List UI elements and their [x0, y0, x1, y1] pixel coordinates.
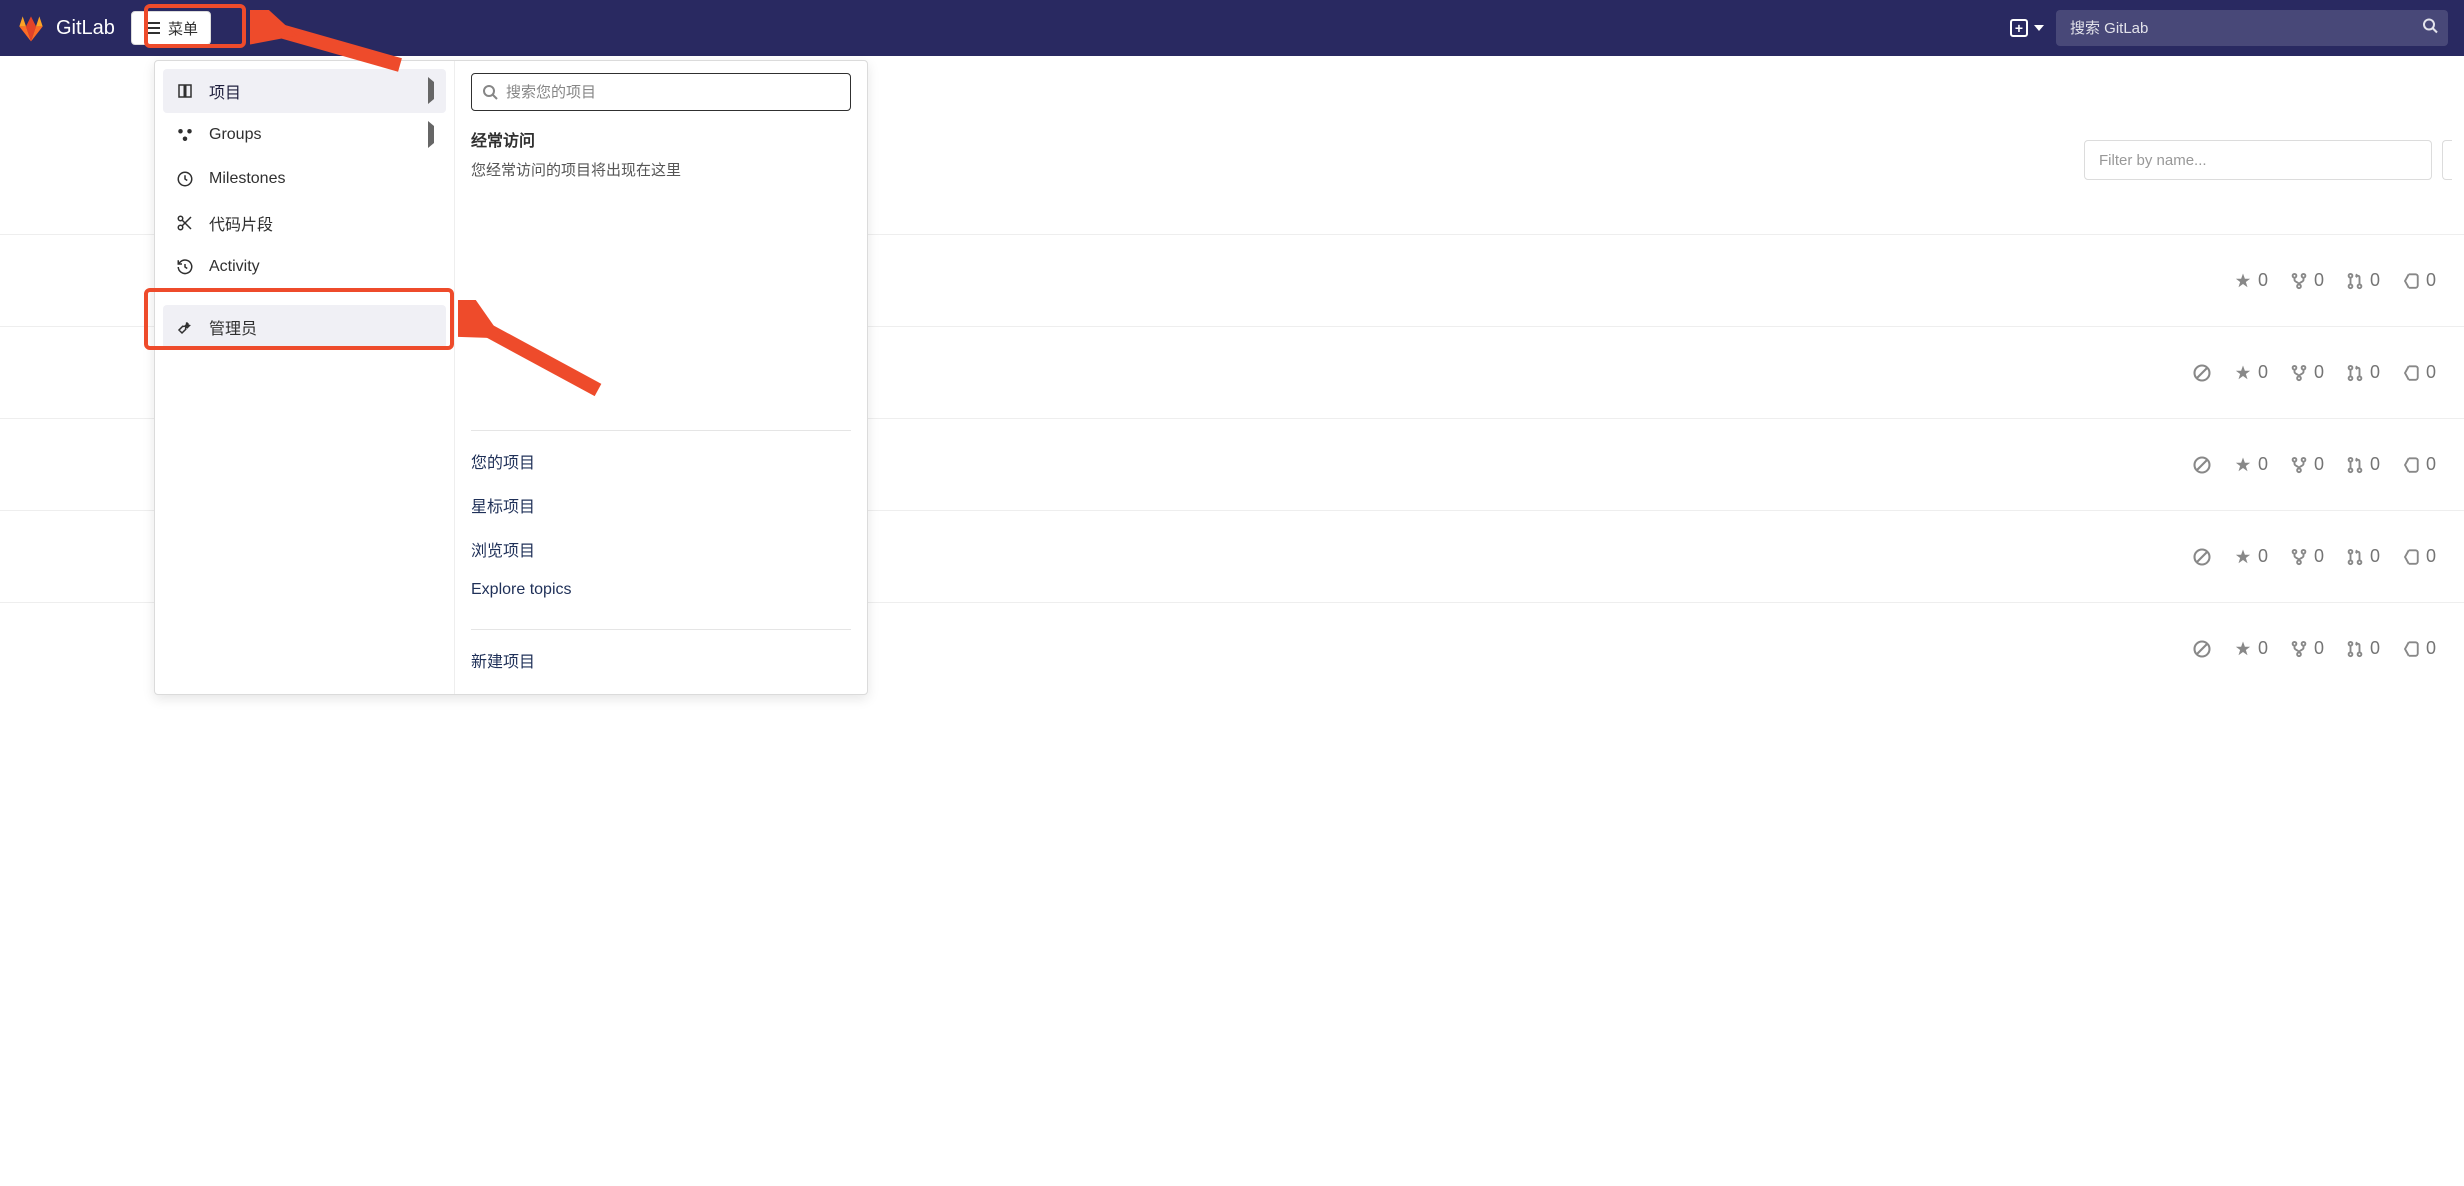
- stat-merge-requests[interactable]: 0: [2346, 638, 2380, 659]
- menu-item-4[interactable]: Activity: [163, 245, 446, 289]
- menu-left-panel: 项目 Groups Milestones 代码片段 Activity 管理员: [155, 61, 455, 694]
- brand-text: GitLab: [56, 17, 115, 40]
- stat-issues[interactable]: 0: [2402, 454, 2436, 475]
- stat-forks[interactable]: 0: [2290, 638, 2324, 659]
- menu-item-admin[interactable]: 管理员: [163, 305, 446, 349]
- menu-right-panel: 经常访问 您经常访问的项目将出现在这里 您的项目星标项目浏览项目Explore …: [455, 61, 867, 694]
- stat-forks[interactable]: 0: [2290, 546, 2324, 567]
- filter-by-name-input[interactable]: [2084, 140, 2432, 180]
- hamburger-icon: [144, 27, 160, 29]
- blocked-icon: [2192, 639, 2212, 659]
- menu-button-label: 菜单: [168, 18, 198, 39]
- menu-item-label: Milestones: [209, 170, 434, 188]
- stat-issues[interactable]: 0: [2402, 270, 2436, 291]
- groups-icon: [175, 126, 195, 144]
- menu-item-1[interactable]: Groups: [163, 113, 446, 157]
- menu-link-3[interactable]: Explore topics: [471, 571, 851, 609]
- stat-issues[interactable]: 0: [2402, 546, 2436, 567]
- frequent-heading: 经常访问: [471, 127, 851, 151]
- menu-item-label: 管理员: [209, 315, 434, 339]
- frequent-empty-text: 您经常访问的项目将出现在这里: [471, 159, 851, 180]
- menu-item-label: Activity: [209, 258, 434, 276]
- brand[interactable]: GitLab: [16, 13, 115, 43]
- stat-stars[interactable]: 0: [2234, 546, 2268, 567]
- clock-icon: [175, 170, 195, 188]
- chevron-down-icon: [2034, 25, 2044, 31]
- new-dropdown[interactable]: +: [2010, 19, 2044, 37]
- menu-link-0[interactable]: 您的项目: [471, 439, 851, 483]
- stat-issues[interactable]: 0: [2402, 638, 2436, 659]
- stat-forks[interactable]: 0: [2290, 362, 2324, 383]
- stat-issues[interactable]: 0: [2402, 362, 2436, 383]
- book-icon: [175, 82, 195, 100]
- search-icon: [482, 84, 498, 100]
- stat-merge-requests[interactable]: 0: [2346, 454, 2380, 475]
- menu-link-2[interactable]: 浏览项目: [471, 527, 851, 571]
- stat-stars[interactable]: 0: [2234, 362, 2268, 383]
- stat-merge-requests[interactable]: 0: [2346, 546, 2380, 567]
- blocked-icon: [2192, 547, 2212, 567]
- stat-merge-requests[interactable]: 0: [2346, 270, 2380, 291]
- blocked-icon: [2192, 363, 2212, 383]
- chevron-right-icon: [428, 126, 434, 144]
- menu-item-label: 项目: [209, 79, 414, 103]
- search-icon[interactable]: [2422, 18, 2438, 39]
- stat-merge-requests[interactable]: 0: [2346, 362, 2380, 383]
- stat-forks[interactable]: 0: [2290, 270, 2324, 291]
- menu-item-label: 代码片段: [209, 211, 434, 235]
- chevron-right-icon: [428, 82, 434, 100]
- project-search-input[interactable]: [506, 84, 840, 101]
- blocked-icon: [2192, 455, 2212, 475]
- menu-item-3[interactable]: 代码片段: [163, 201, 446, 245]
- stat-stars[interactable]: 0: [2234, 638, 2268, 659]
- stat-stars[interactable]: 0: [2234, 454, 2268, 475]
- global-search-input[interactable]: [2056, 10, 2448, 46]
- history-icon: [175, 258, 195, 276]
- new-project-link[interactable]: 新建项目: [471, 638, 851, 682]
- menu-item-2[interactable]: Milestones: [163, 157, 446, 201]
- stat-forks[interactable]: 0: [2290, 454, 2324, 475]
- menu-dropdown: 项目 Groups Milestones 代码片段 Activity 管理员 经常访问 …: [154, 60, 868, 695]
- plus-icon: +: [2010, 19, 2028, 37]
- global-search: [2056, 10, 2448, 46]
- filter-sort-dropdown[interactable]: [2442, 140, 2452, 180]
- wrench-icon: [175, 318, 195, 336]
- gitlab-logo-icon: [16, 13, 46, 43]
- menu-item-label: Groups: [209, 126, 414, 144]
- menu-button[interactable]: 菜单: [131, 11, 211, 45]
- stat-stars[interactable]: 0: [2234, 270, 2268, 291]
- project-search: [471, 73, 851, 111]
- menu-item-0[interactable]: 项目: [163, 69, 446, 113]
- menu-link-1[interactable]: 星标项目: [471, 483, 851, 527]
- scissors-icon: [175, 214, 195, 232]
- top-header: GitLab 菜单 +: [0, 0, 2464, 56]
